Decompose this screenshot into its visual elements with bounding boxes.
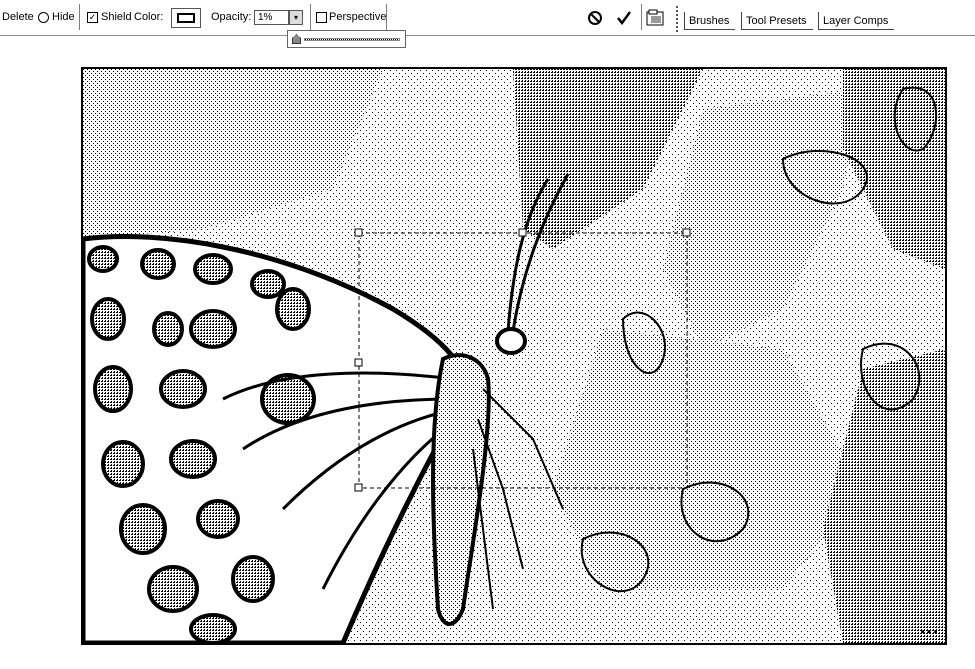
checkmark-icon[interactable] bbox=[614, 8, 634, 28]
separator bbox=[79, 4, 80, 30]
perspective-checkbox[interactable] bbox=[316, 12, 327, 23]
separator bbox=[310, 4, 311, 30]
shield-label[interactable]: Shield bbox=[101, 11, 132, 23]
palette-well-icon[interactable] bbox=[646, 8, 666, 28]
canvas-corner-label: ▪▪▪ bbox=[919, 627, 939, 639]
tab-tool-presets[interactable]: Tool Presets bbox=[741, 12, 813, 30]
cancel-icon[interactable] bbox=[585, 8, 605, 28]
separator bbox=[641, 4, 642, 30]
hide-label[interactable]: Hide bbox=[52, 11, 75, 23]
color-label: Color: bbox=[134, 11, 164, 23]
opacity-slider-popup bbox=[287, 30, 406, 48]
opacity-slider-track[interactable] bbox=[304, 38, 400, 41]
delete-label[interactable]: Delete bbox=[2, 11, 34, 23]
tab-layer-comps[interactable]: Layer Comps bbox=[818, 12, 895, 30]
separator bbox=[386, 4, 387, 30]
hide-radio[interactable] bbox=[38, 12, 49, 23]
perspective-label[interactable]: Perspective bbox=[329, 11, 386, 23]
butterfly-image bbox=[83, 69, 945, 643]
tab-brushes[interactable]: Brushes bbox=[684, 12, 736, 30]
options-bar: Delete Hide ✓ Shield Color: Opacity: 1% … bbox=[0, 0, 975, 36]
shield-color-swatch[interactable] bbox=[171, 8, 201, 28]
shield-checkbox[interactable]: ✓ bbox=[87, 12, 98, 23]
opacity-label: Opacity: bbox=[211, 11, 252, 23]
shield-color-preview bbox=[177, 13, 195, 23]
document-canvas[interactable]: ▪▪▪ bbox=[81, 67, 947, 645]
opacity-input[interactable]: 1% bbox=[254, 10, 289, 25]
chevron-down-icon[interactable]: ▾ bbox=[289, 10, 303, 25]
opacity-slider-thumb[interactable] bbox=[292, 34, 301, 44]
